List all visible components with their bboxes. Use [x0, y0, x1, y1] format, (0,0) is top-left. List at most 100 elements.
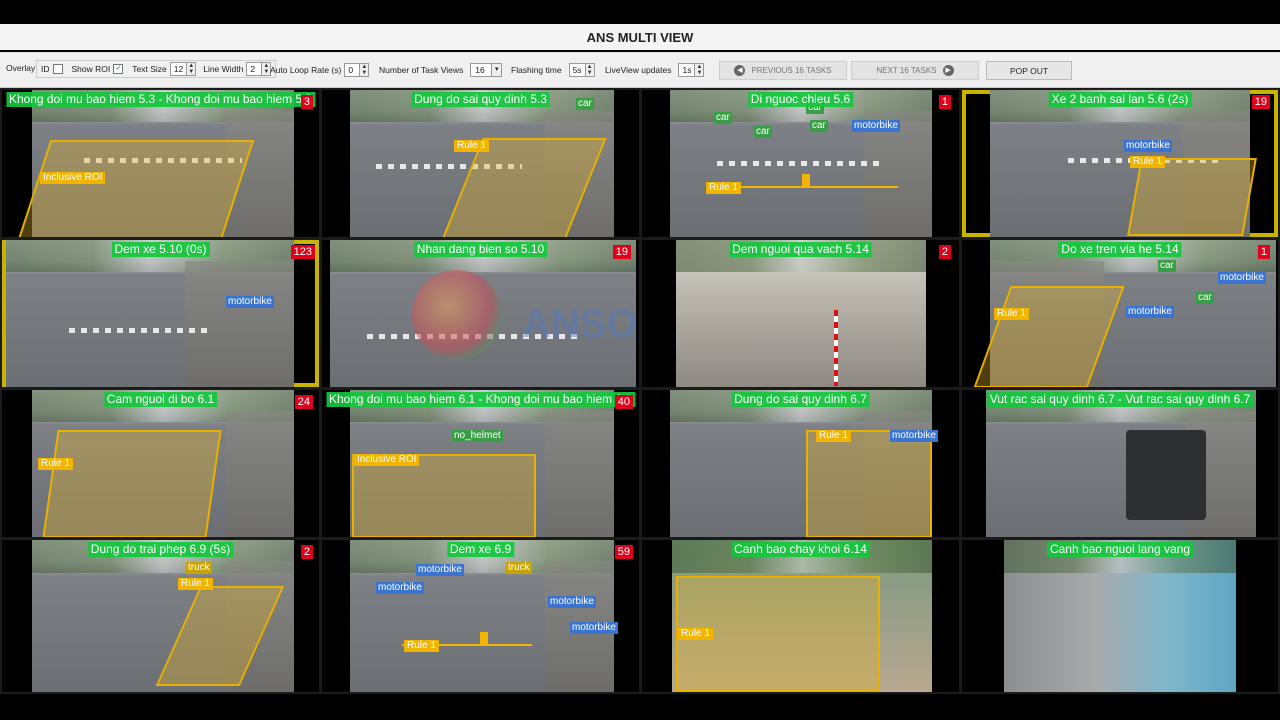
- event-count-badge: 40: [614, 395, 633, 409]
- detection-label: no_helmet: [452, 430, 503, 442]
- overlay-group: Overlay: [6, 63, 35, 73]
- detection-label: truck: [506, 562, 532, 574]
- camera-feed: [350, 540, 614, 692]
- task-view-tile[interactable]: ANSOX Nhan dang bien so 5.10 19: [322, 240, 639, 387]
- id-checkbox[interactable]: [52, 64, 63, 74]
- detection-label: car: [1196, 292, 1214, 304]
- task-view-tile[interactable]: Rule 1 motorbike motorbike car car Do xe…: [962, 240, 1278, 387]
- task-view-tile[interactable]: Rule 1 motorbike motorbike truck motorbi…: [322, 540, 639, 692]
- task-title: Nhan dang bien so 5.10: [413, 242, 548, 257]
- task-view-tile[interactable]: Inclusive ROI Khong doi mu bao hiem 5.3 …: [2, 90, 319, 237]
- detection-label: car: [576, 98, 594, 110]
- event-count-badge: 1: [938, 95, 951, 109]
- task-view-tile[interactable]: Rule 1 car Dung do sai quy dinh 5.3: [322, 90, 639, 237]
- num-task-views-select[interactable]: 16 ▾: [470, 63, 503, 77]
- task-title: Do xe tren via he 5.14: [1058, 242, 1182, 257]
- num-task-views-value: 16: [475, 65, 485, 75]
- detection-label: car: [810, 120, 828, 132]
- stepper-arrows-icon[interactable]: ▲ ▼: [186, 63, 196, 75]
- multi-view-grid: Inclusive ROI Khong doi mu bao hiem 5.3 …: [0, 88, 1280, 694]
- detection-label: car: [1158, 260, 1176, 272]
- task-title: Dem xe 6.9: [446, 542, 515, 557]
- event-count-badge: 19: [612, 245, 631, 259]
- roi-label: Rule 1: [38, 458, 73, 470]
- detection-label: motorbike: [1126, 306, 1174, 318]
- roi-label: Inclusive ROI: [354, 454, 420, 466]
- roi-label: Rule 1: [994, 308, 1029, 320]
- detection-label: motorbike: [1218, 272, 1266, 284]
- flashing-time-group: Flashing time 5s ▲ ▼: [511, 63, 595, 77]
- id-label: ID: [41, 64, 50, 74]
- task-title: Khong doi mu bao hiem 5.3 - Khong doi mu…: [5, 92, 316, 107]
- flashing-time-label: Flashing time: [511, 65, 562, 75]
- pop-out-button[interactable]: POP OUT: [986, 61, 1072, 80]
- previous-tasks-button[interactable]: ◀ PREVIOUS 16 TASKS: [719, 61, 847, 80]
- liveview-group: LiveView updates 1s ▲ ▼: [605, 63, 705, 77]
- event-count-badge: 24: [294, 395, 313, 409]
- num-task-views-label: Number of Task Views: [379, 65, 464, 75]
- event-count-badge: 59: [614, 545, 633, 559]
- task-view-tile[interactable]: Rule 1 Canh bao chay khoi 6.14: [642, 540, 959, 692]
- roi-label: Rule 1: [816, 430, 851, 442]
- detection-label: car: [754, 126, 772, 138]
- auto-loop-group: Auto Loop Rate (s) 0 ▲ ▼: [270, 63, 370, 77]
- roi-region: [17, 140, 255, 237]
- auto-loop-stepper[interactable]: 0 ▲ ▼: [344, 63, 370, 77]
- task-view-tile[interactable]: Rule 1 truck Dung do trai phep 6.9 (5s) …: [2, 540, 319, 692]
- direction-arrow-icon: [480, 632, 488, 644]
- detection-label: motorbike: [570, 622, 618, 634]
- task-view-tile[interactable]: Dem nguoi qua vach 5.14 2: [642, 240, 959, 387]
- chevron-right-icon: ▶: [942, 65, 954, 76]
- event-count-badge: 3: [300, 95, 313, 109]
- task-view-tile[interactable]: Inclusive ROI no_helmet Khong doi mu bao…: [322, 390, 639, 537]
- event-count-badge: 123: [290, 245, 315, 259]
- overlay-toolbar: Overlay ID Show ROI ✓ Text Size 12 ▲ ▼ Li…: [0, 52, 1280, 88]
- task-view-tile[interactable]: motorbike Dem xe 5.10 (0s) 123: [2, 240, 319, 387]
- task-title: Di nguoc chieu 5.6: [747, 92, 854, 107]
- top-black-bar: [0, 0, 1280, 24]
- watermark-text: ANSOX: [522, 302, 639, 346]
- task-title: Khong doi mu bao hiem 6.1 - Khong doi mu…: [325, 392, 636, 407]
- stepper-arrows-icon[interactable]: ▲ ▼: [694, 64, 704, 76]
- rule-label: Rule 1: [706, 182, 741, 194]
- task-title: Dung do sai quy dinh 5.3: [411, 92, 550, 107]
- task-view-tile[interactable]: Vut rac sai quy dinh 6.7 - Vut rac sai q…: [962, 390, 1278, 537]
- stepper-arrows-icon[interactable]: ▲ ▼: [584, 64, 594, 76]
- liveview-stepper[interactable]: 1s ▲ ▼: [678, 63, 705, 77]
- flashing-time-value: 5s: [572, 65, 582, 75]
- chevron-left-icon: ◀: [734, 65, 746, 76]
- overlay-options: ID Show ROI ✓ Text Size 12 ▲ ▼ Line Width…: [36, 60, 277, 78]
- chevron-down-icon[interactable]: ▾: [491, 64, 502, 76]
- direction-arrow-icon: [802, 174, 810, 186]
- line-width-stepper[interactable]: 2 ▲ ▼: [246, 62, 272, 76]
- task-view-tile[interactable]: Rule 1 Cam nguoi di bo 6.1 24: [2, 390, 319, 537]
- detection-label: motorbike: [416, 564, 464, 576]
- task-view-tile[interactable]: Rule 1 motorbike Dung do sai quy dinh 6.…: [642, 390, 959, 537]
- barrier-pole: [834, 310, 838, 386]
- event-count-badge: 1: [1257, 245, 1270, 259]
- task-view-tile[interactable]: Canh bao nguoi lang vang: [962, 540, 1278, 692]
- show-roi-label: Show ROI: [71, 64, 111, 74]
- task-view-tile[interactable]: Rule 1 motorbike Xe 2 banh sai lan 5.6 (…: [962, 90, 1278, 237]
- task-title: Dung do trai phep 6.9 (5s): [87, 542, 234, 557]
- event-count-badge: 19: [1251, 95, 1270, 109]
- window-titlebar: ANS MULTI VIEW: [0, 24, 1280, 50]
- task-title: Cam nguoi di bo 6.1: [103, 392, 218, 407]
- show-roi-checkbox[interactable]: ✓: [113, 64, 124, 74]
- stepper-arrows-icon[interactable]: ▲ ▼: [359, 64, 369, 76]
- task-title: Canh bao nguoi lang vang: [1046, 542, 1194, 557]
- bottom-black-bar: [0, 694, 1280, 720]
- camera-feed: [1004, 540, 1236, 692]
- roi-label: Rule 1: [178, 578, 213, 590]
- task-title: Canh bao chay khoi 6.14: [731, 542, 870, 557]
- roi-region: [1127, 158, 1257, 236]
- flashing-time-stepper[interactable]: 5s ▲ ▼: [568, 63, 595, 77]
- next-tasks-button[interactable]: NEXT 16 TASKS ▶: [851, 61, 979, 80]
- task-title: Dung do sai quy dinh 6.7: [731, 392, 870, 407]
- task-view-tile[interactable]: Rule 1 car car car motorbike car Di nguo…: [642, 90, 959, 237]
- pop-out-label: POP OUT: [1009, 65, 1049, 76]
- camera-feed: [676, 240, 926, 387]
- auto-loop-label: Auto Loop Rate (s): [270, 65, 342, 75]
- liveview-value: 1s: [682, 65, 692, 75]
- text-size-stepper[interactable]: 12 ▲ ▼: [169, 62, 197, 76]
